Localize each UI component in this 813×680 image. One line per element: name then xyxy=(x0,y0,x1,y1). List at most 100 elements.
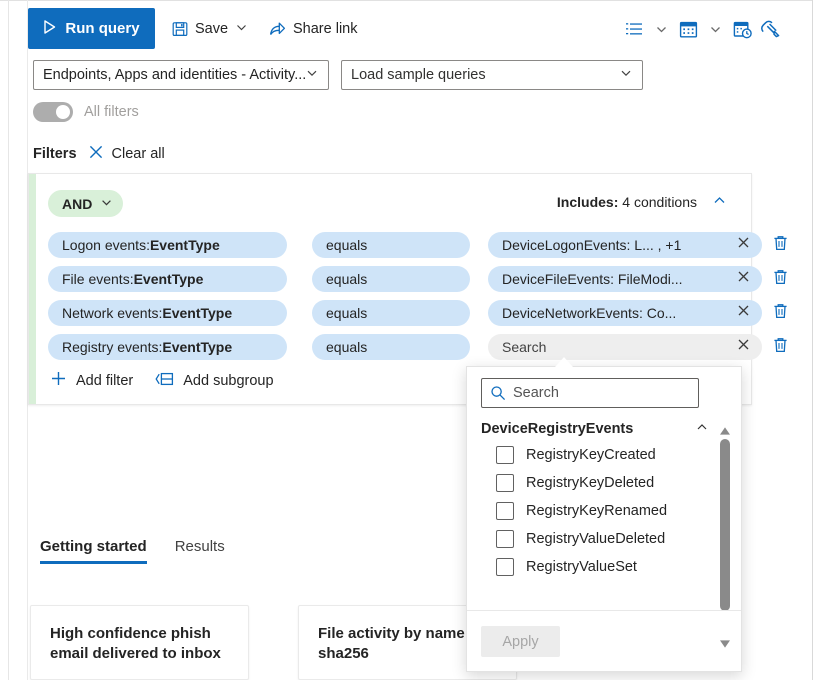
option-label: RegistryKeyRenamed xyxy=(526,503,667,519)
option-item[interactable]: RegistryValueDeleted xyxy=(467,525,725,553)
option-label: RegistryValueSet xyxy=(526,559,637,575)
condition-row: Logon events: EventType equals DeviceLog… xyxy=(48,228,739,262)
page-left-rail xyxy=(8,0,9,680)
calendar-icon[interactable] xyxy=(674,14,702,44)
condition-operator-label: equals xyxy=(326,237,367,253)
callout-search-input[interactable] xyxy=(481,378,699,408)
condition-value-label: DeviceNetworkEvents: Co... xyxy=(502,305,676,321)
option-item[interactable]: RegistryKeyDeleted xyxy=(467,469,725,497)
condition-value-pill[interactable]: DeviceLogonEvents: L... , +1 xyxy=(488,232,724,258)
group-actions: Add filter Add subgroup xyxy=(50,370,274,391)
numbered-list-icon[interactable] xyxy=(620,14,648,44)
clear-condition-value-button[interactable] xyxy=(724,266,762,292)
condition-field-prefix: Registry events: xyxy=(62,339,162,355)
sample-query-card-title: High confidence phish email delivered to… xyxy=(50,625,221,662)
option-checkbox[interactable] xyxy=(496,502,514,520)
condition-field-pill[interactable]: File events: EventType xyxy=(48,266,287,292)
option-item[interactable]: RegistryValueSet xyxy=(467,553,725,581)
scrollbar-thumb[interactable] xyxy=(720,439,730,611)
condition-field-prefix: File events: xyxy=(62,271,134,287)
condition-field-pill[interactable]: Registry events: EventType xyxy=(48,334,287,360)
tab-results[interactable]: Results xyxy=(175,538,225,564)
condition-value-label: DeviceFileEvents: FileModi... xyxy=(502,271,683,287)
collapse-group-button[interactable] xyxy=(708,192,730,214)
condition-value-pill[interactable]: DeviceNetworkEvents: Co... xyxy=(488,300,724,326)
includes-summary: Includes: 4 conditions xyxy=(557,194,697,210)
share-link-button[interactable]: Share link xyxy=(269,15,357,43)
condition-field-pill[interactable]: Network events: EventType xyxy=(48,300,287,326)
delete-condition-button[interactable] xyxy=(770,232,790,258)
condition-field-pill[interactable]: Logon events: EventType xyxy=(48,232,287,258)
toggle-knob xyxy=(56,105,70,119)
add-subgroup-button[interactable]: Add subgroup xyxy=(155,371,273,391)
run-query-button[interactable]: Run query xyxy=(28,8,155,49)
trash-icon xyxy=(773,235,788,256)
callout-scrollbar[interactable] xyxy=(717,420,733,649)
add-filter-button[interactable]: Add filter xyxy=(50,370,133,391)
condition-value-pill-active[interactable]: Search xyxy=(488,334,724,360)
apply-button[interactable]: Apply xyxy=(481,626,560,657)
condition-field-prefix: Network events: xyxy=(62,305,162,321)
close-x-icon xyxy=(736,303,751,323)
close-x-icon xyxy=(736,337,751,357)
condition-value-pill[interactable]: DeviceFileEvents: FileModi... xyxy=(488,266,724,292)
command-bar: Run query Save xyxy=(28,8,784,50)
query-builder-page: Run query Save xyxy=(0,0,813,680)
condition-operator-pill[interactable]: equals xyxy=(312,334,470,360)
delete-condition-button[interactable] xyxy=(770,266,790,292)
chevron-down-icon[interactable] xyxy=(235,21,248,38)
option-checkbox[interactable] xyxy=(496,530,514,548)
chevron-down-icon xyxy=(305,66,319,84)
close-x-icon xyxy=(87,143,105,165)
option-item[interactable]: RegistryKeyRenamed xyxy=(467,497,725,525)
floppy-disk-icon xyxy=(172,21,188,37)
chevron-down-icon xyxy=(619,66,633,84)
save-button[interactable]: Save xyxy=(172,15,248,43)
search-icon xyxy=(490,385,506,406)
option-checkbox[interactable] xyxy=(496,446,514,464)
option-label: RegistryKeyCreated xyxy=(526,447,656,463)
sample-query-card[interactable]: High confidence phish email delivered to… xyxy=(30,605,249,680)
option-checkbox[interactable] xyxy=(496,474,514,492)
chevron-down-icon[interactable] xyxy=(702,14,728,44)
condition-operator-pill[interactable]: equals xyxy=(312,266,470,292)
option-label: RegistryValueDeleted xyxy=(526,531,665,547)
condition-row: Registry events: EventType equals Search xyxy=(48,330,739,364)
condition-operator-label: equals xyxy=(326,271,367,287)
value-picker-callout: DeviceRegistryEvents RegistryKeyCreated … xyxy=(466,366,742,672)
tab-results-label: Results xyxy=(175,538,225,555)
conditions-list: Logon events: EventType equals DeviceLog… xyxy=(48,228,739,364)
chevron-up-icon xyxy=(695,420,709,438)
trash-icon xyxy=(773,337,788,358)
scroll-arrow-down-icon[interactable] xyxy=(719,636,731,646)
option-group-header[interactable]: DeviceRegistryEvents xyxy=(467,417,725,441)
delete-condition-button[interactable] xyxy=(770,334,790,360)
option-item[interactable]: RegistryKeyCreated xyxy=(467,441,725,469)
scroll-arrow-up-icon[interactable] xyxy=(719,423,731,433)
clear-condition-value-button[interactable] xyxy=(724,300,762,326)
sample-query-card-title: File activity by name or sha256 xyxy=(318,625,484,662)
condition-operator-pill[interactable]: equals xyxy=(312,232,470,258)
delete-condition-button[interactable] xyxy=(770,300,790,326)
chevron-down-icon[interactable] xyxy=(648,14,674,44)
scope-dropdown[interactable]: Endpoints, Apps and identities - Activit… xyxy=(33,60,329,90)
clear-all-button[interactable]: Clear all xyxy=(87,143,165,165)
clear-condition-value-button[interactable] xyxy=(724,334,762,360)
clear-condition-value-button[interactable] xyxy=(724,232,762,258)
includes-count: 4 conditions xyxy=(622,194,697,210)
condition-value-label: DeviceLogonEvents: L... , +1 xyxy=(502,237,681,253)
sample-query-cards: High confidence phish email delivered to… xyxy=(30,605,517,680)
link-pencil-icon[interactable] xyxy=(756,14,784,44)
all-filters-toggle[interactable] xyxy=(33,102,73,122)
tab-getting-started[interactable]: Getting started xyxy=(40,538,147,564)
calendar-clock-icon[interactable] xyxy=(728,14,756,44)
filter-group-header: AND Includes: 4 conditions xyxy=(48,190,733,218)
group-operator-dropdown[interactable]: AND xyxy=(48,190,123,217)
condition-row: Network events: EventType equals DeviceN… xyxy=(48,296,739,330)
group-operator-label: AND xyxy=(62,196,92,212)
option-checkbox[interactable] xyxy=(496,558,514,576)
condition-operator-pill[interactable]: equals xyxy=(312,300,470,326)
load-sample-queries-dropdown[interactable]: Load sample queries xyxy=(341,60,643,90)
share-arrow-icon xyxy=(269,21,286,37)
add-subgroup-label: Add subgroup xyxy=(183,373,273,389)
